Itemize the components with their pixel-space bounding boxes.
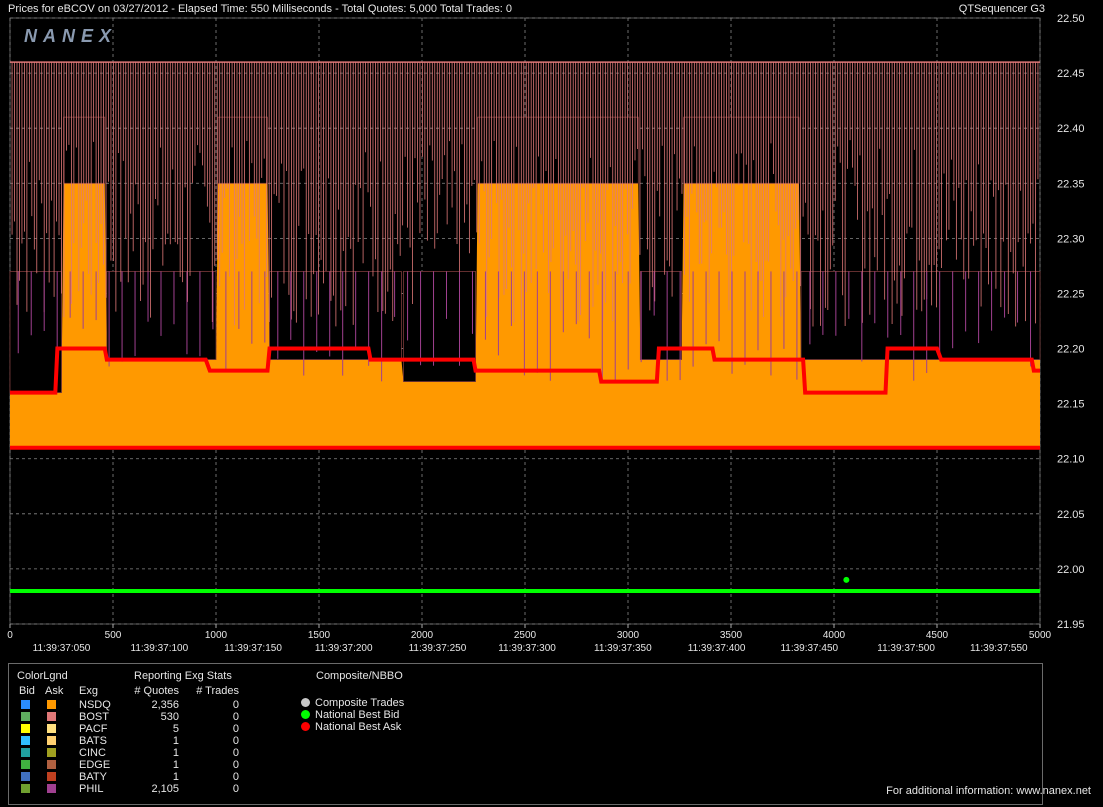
x-tick-label: 3500 [720,630,743,641]
legend-trades: 0 [232,759,239,771]
y-tick-label: 22.45 [1057,68,1085,80]
legend-panel: ColorLgnd Bid Ask Reporting Exg Stats Ex… [8,663,1043,805]
x-time-label: 11:39:37:150 [224,643,282,654]
composite-title: Composite/NBBO [316,670,403,682]
ask-swatch [47,784,56,793]
exg-header: Exg [79,685,98,697]
legend-exg: PACF [79,723,108,735]
x-time-label: 11:39:37:250 [409,643,467,654]
bid-swatch [21,724,30,733]
y-tick-label: 22.15 [1057,399,1085,411]
y-tick-label: 22.30 [1057,233,1085,245]
composite-label: National Best Ask [315,721,402,733]
y-tick-label: 22.35 [1057,178,1085,190]
legend-quotes: 1 [172,735,179,747]
y-tick-labels: 21.95 22.00 22.05 22.10 22.15 22.20 22.25 22.30… [1057,13,1085,631]
y-tick-label: 22.00 [1057,564,1085,576]
ask-swatch [47,724,56,733]
quote-block [639,271,682,360]
ask-swatch [47,736,56,745]
ask-swatch [47,712,56,721]
legend-exg: CINC [79,747,106,759]
ask-header: Ask [45,685,64,697]
bid-swatch [21,772,30,781]
legend-exg: BOST [79,711,109,723]
legend-quotes: 1 [172,759,179,771]
x-tick-label: 1000 [205,630,228,641]
nanex-logo: NANEX [24,26,117,46]
legend-trades: 0 [232,735,239,747]
ask-swatch [47,748,56,757]
legend-exg: PHIL [79,783,104,795]
y-tick-label: 22.50 [1057,13,1085,25]
x-time-label: 11:39:37:100 [131,643,189,654]
legend-exg: EDGE [79,759,111,771]
colorlgnd-title: ColorLgnd [17,670,68,682]
x-tick-label: 2000 [411,630,434,641]
bid-swatch [21,712,30,721]
x-time-label: 11:39:37:200 [315,643,373,654]
ask-swatch [47,700,56,709]
legend-trades: 0 [232,783,239,795]
legend-exg: BATS [79,735,107,747]
composite-dot [301,710,310,719]
x-time-label: 11:39:37:350 [594,643,652,654]
trades-header: # Trades [196,685,239,697]
legend-quotes: 2,105 [151,783,179,795]
x-tick-label: 0 [7,630,13,641]
ask-swatch [47,760,56,769]
x-tick-label: 4000 [823,630,846,641]
bid-header: Bid [19,685,35,697]
x-time-label: 11:39:37:300 [498,643,556,654]
bid-swatch [21,736,30,745]
legend-quotes: 2,356 [151,699,179,711]
x-tick-label: 1500 [308,630,331,641]
x-time-label: 11:39:37:550 [970,643,1028,654]
footer-link[interactable]: For additional information: www.nanex.ne… [886,785,1091,797]
legend-trades: 0 [232,747,239,759]
legend-trades: 0 [232,711,239,723]
composite-label: National Best Bid [315,709,400,721]
best-bid-marker [843,576,850,583]
legend-trades: 0 [232,723,239,735]
legend-trades: 0 [232,771,239,783]
composite-dot [301,722,310,731]
x-tick-labels: 0 500 1000 1500 2000 2500 3000 3500 4000 4500 5000… [7,624,1052,654]
x-time-label: 11:39:37:450 [780,643,838,654]
x-tick-label: 4500 [926,630,949,641]
quote-block [403,271,476,382]
x-tick-label: 2500 [514,630,537,641]
quote-block [217,116,268,184]
legend-quotes: 5 [172,723,179,735]
x-time-label: 11:39:37:400 [688,643,746,654]
quotes-header: # Quotes [134,685,179,697]
stats-title: Reporting Exg Stats [134,670,232,682]
y-tick-label: 22.40 [1057,123,1085,135]
legend-exg: NSDQ [79,699,111,711]
y-tick-label: 22.10 [1057,454,1085,466]
legend-quotes: 530 [160,711,179,723]
bid-swatch [21,784,30,793]
legend-quotes: 1 [172,747,179,759]
composite-label: Composite Trades [315,697,405,709]
x-tick-label: 500 [105,630,122,641]
legend-trades: 0 [232,699,239,711]
legend-exg: BATY [79,771,107,783]
ask-swatch [47,772,56,781]
y-tick-label: 22.20 [1057,344,1085,356]
legend-quotes: 1 [172,771,179,783]
y-tick-label: 22.05 [1057,509,1085,521]
bid-swatch [21,760,30,769]
x-tick-label: 5000 [1029,630,1052,641]
x-tick-label: 3000 [617,630,640,641]
x-time-label: 11:39:37:050 [33,643,91,654]
x-time-label: 11:39:37:500 [877,643,935,654]
y-tick-label: 22.25 [1057,288,1085,300]
bid-swatch [21,700,30,709]
composite-dot [301,698,310,707]
y-tick-label: 21.95 [1057,619,1085,631]
bid-swatch [21,748,30,757]
